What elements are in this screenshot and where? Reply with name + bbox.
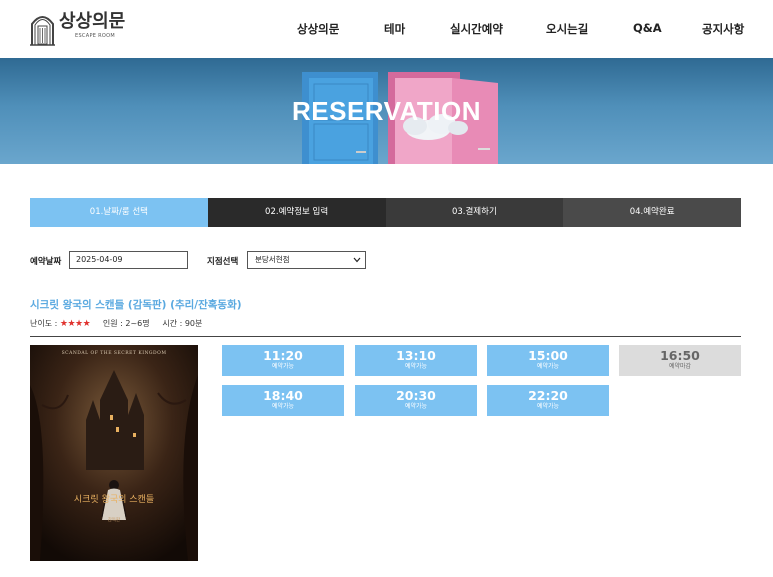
slot-status: 예약가능 — [271, 403, 295, 410]
time-slot-1500[interactable]: 15:00 예약가능 — [487, 345, 609, 376]
branch-label: 지점선택 — [207, 257, 239, 267]
step-complete: 04.예약완료 — [563, 198, 741, 227]
step-select-date: 01.날짜/룸 선택 — [30, 198, 208, 227]
slot-status: 예약가능 — [404, 363, 428, 370]
slot-time: 11:20 — [263, 348, 303, 363]
nav-about[interactable]: 상상의문 — [297, 21, 339, 37]
theme-title[interactable]: 시크릿 왕국의 스캔들 (감독판) (추리/잔혹동화) — [30, 297, 242, 312]
nav-notice[interactable]: 공지사항 — [702, 21, 744, 37]
poster-image — [30, 345, 198, 561]
players-info: 인원 : 2~6명 — [102, 319, 150, 328]
reservation-steps: 01.날짜/룸 선택 02.예약정보 입력 03.결제하기 04.예약완료 — [30, 198, 741, 227]
difficulty-label: 난이도 : — [30, 319, 58, 328]
slot-status: 예약가능 — [271, 363, 295, 370]
logo[interactable]: 상상의문 ESCAPE ROOM — [29, 12, 125, 48]
time-slot-1840[interactable]: 18:40 예약가능 — [222, 385, 344, 416]
time-slot-1120[interactable]: 11:20 예약가능 — [222, 345, 344, 376]
time-slot-2030[interactable]: 20:30 예약가능 — [355, 385, 477, 416]
nav-directions[interactable]: 오시는길 — [546, 21, 588, 37]
time-info: 시간 : 90분 — [162, 319, 203, 328]
step-enter-info: 02.예약정보 입력 — [207, 198, 386, 227]
logo-subtitle: ESCAPE ROOM — [75, 33, 115, 39]
branch-select[interactable]: 분당서현점 — [247, 251, 366, 269]
nav-reservation[interactable]: 실시간예약 — [450, 21, 503, 37]
step-payment: 03.결제하기 — [385, 198, 564, 227]
chevron-down-icon — [353, 257, 361, 263]
slot-time: 16:50 — [660, 348, 700, 363]
slot-time: 20:30 — [396, 388, 436, 403]
theme-meta: 난이도 : ★★★★ 인원 : 2~6명 시간 : 90분 — [30, 318, 202, 329]
reservation-banner: RESERVATION — [0, 58, 773, 164]
slot-time: 22:20 — [528, 388, 568, 403]
poster-sub-text: 감독판 — [107, 518, 121, 523]
time-slot-2220[interactable]: 22:20 예약가능 — [487, 385, 609, 416]
nav-qna[interactable]: Q&A — [633, 21, 662, 35]
divider — [30, 336, 741, 337]
slot-status: 예약가능 — [404, 403, 428, 410]
slot-status: 예약마감 — [668, 363, 692, 370]
branch-select-value: 분당서현점 — [255, 255, 290, 264]
logo-title: 상상의문 — [59, 11, 126, 32]
door-logo-icon — [30, 16, 55, 46]
poster-title-text: 시크릿 왕국의 스캔들 — [73, 495, 155, 505]
slot-time: 15:00 — [528, 348, 568, 363]
difficulty-stars: ★★★★ — [59, 319, 91, 329]
site-header: 상상의문 ESCAPE ROOM 상상의문 테마 실시간예약 오시는길 Q&A … — [0, 0, 773, 58]
date-input[interactable]: 2025-04-09 — [69, 251, 188, 269]
slot-time: 13:10 — [396, 348, 436, 363]
nav-theme[interactable]: 테마 — [384, 21, 405, 37]
time-slot-1650: 16:50 예약마감 — [619, 345, 741, 376]
slot-status: 예약가능 — [536, 403, 560, 410]
slot-time: 18:40 — [263, 388, 303, 403]
time-slot-1310[interactable]: 13:10 예약가능 — [355, 345, 477, 376]
banner-title: RESERVATION — [292, 96, 481, 126]
slot-status: 예약가능 — [536, 363, 560, 370]
poster-top-text: SCANDAL OF THE SECRET KINGDOM — [61, 351, 167, 356]
date-label: 예약날짜 — [30, 257, 62, 267]
theme-poster: SCANDAL OF THE SECRET KINGDOM 시크릿 왕국의 스캔… — [30, 345, 198, 561]
